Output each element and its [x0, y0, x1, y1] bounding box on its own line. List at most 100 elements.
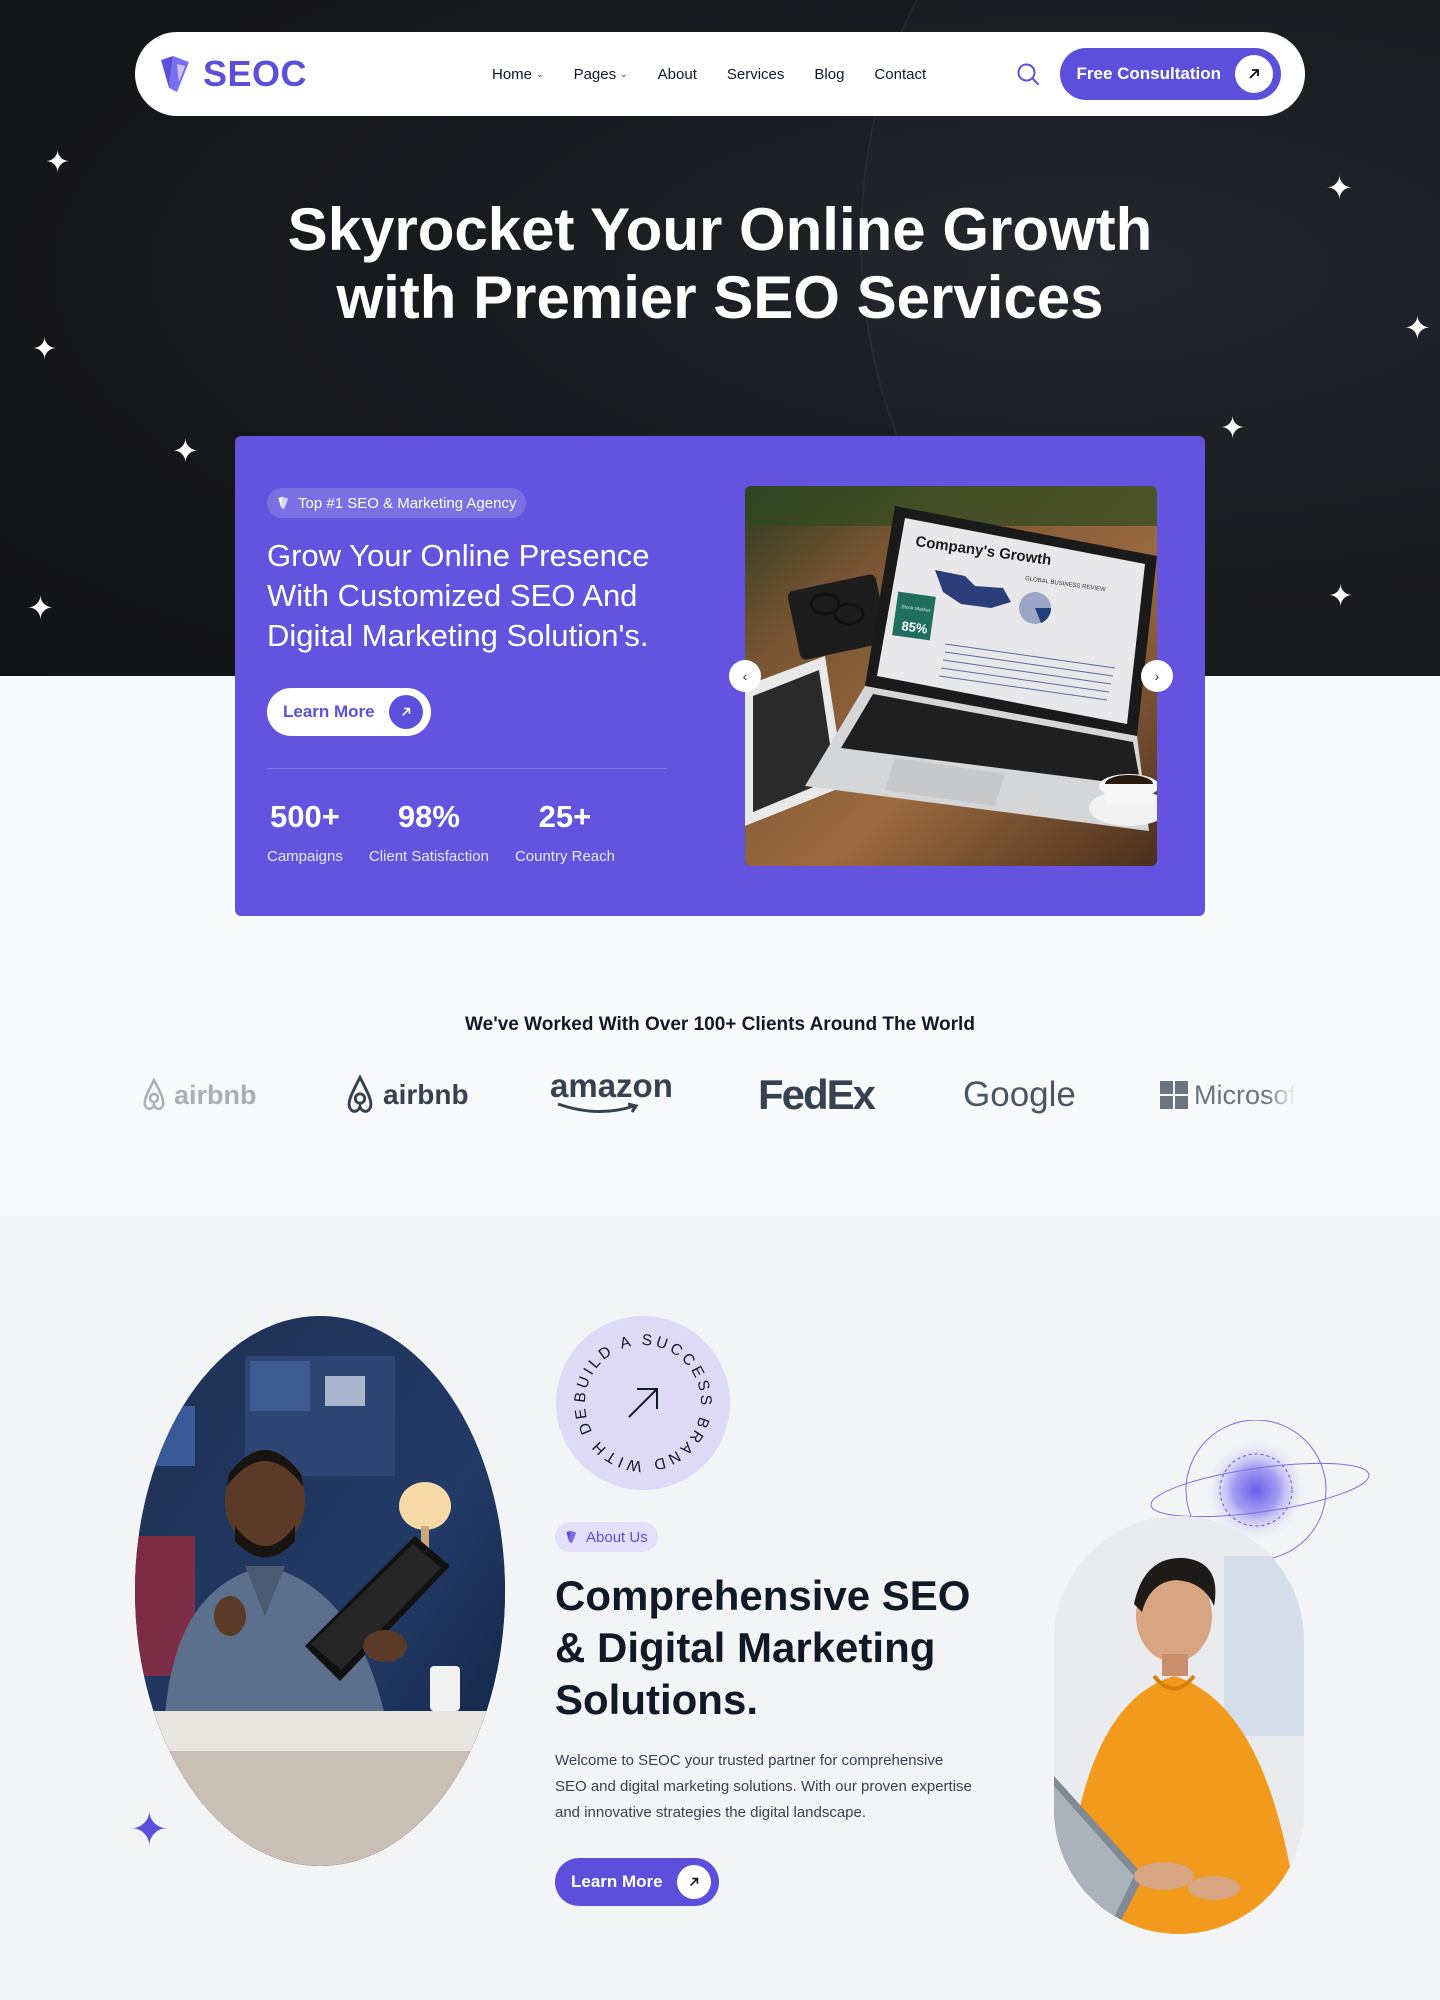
about-learn-more-button[interactable]: Learn More — [555, 1858, 719, 1906]
about-heading-line: & Digital Marketing — [555, 1624, 936, 1671]
microsoft-icon — [1160, 1081, 1188, 1109]
nav-item-label: Pages — [573, 65, 617, 83]
main-nav: Home ⌄ Pages ⌄ About Services Blog Conta… — [477, 66, 941, 83]
nav-item-home[interactable]: Home ⌄ — [477, 66, 559, 83]
free-consultation-button[interactable]: Free Consultation — [1060, 48, 1281, 100]
promo-heading-line: Grow Your Online Presence — [267, 538, 650, 573]
about-description: Welcome to SEOC your trusted partner for… — [555, 1748, 1015, 1826]
airbnb-icon — [347, 1075, 373, 1113]
man-with-laptop-photo — [1054, 1516, 1304, 1934]
client-logo-text: amazon — [550, 1067, 673, 1104]
about-heading-line: Solutions. — [555, 1676, 758, 1723]
button-label: Learn More — [571, 1872, 663, 1891]
about-image-left — [135, 1316, 505, 1866]
rotating-circle-badge[interactable]: BUILD A SUCCESS BRAND WITH DEMOUI — [548, 1303, 730, 1490]
laptop-photo: Company's Growth GLOBAL BUSINESS REVIEW … — [745, 486, 1157, 866]
about-heading-line: Comprehensive SEO — [555, 1572, 971, 1619]
arrow-up-right-icon — [676, 1865, 711, 1899]
search-icon — [1017, 63, 1040, 85]
client-logo-google[interactable]: Google — [963, 1070, 1076, 1120]
button-label: Learn More — [283, 702, 375, 721]
slider-next-button[interactable]: › — [1141, 660, 1173, 692]
nav-item-pages[interactable]: Pages ⌄ — [559, 66, 643, 83]
logo-icon — [161, 56, 189, 92]
nav-item-label: Services — [726, 65, 785, 83]
about-text-line: and innovative strategies the digital la… — [555, 1804, 867, 1821]
logo-icon — [566, 1530, 577, 1544]
client-logo-text: airbnb — [174, 1079, 257, 1110]
client-logo-airbnb-faded[interactable]: airbnb — [140, 1070, 257, 1120]
promo-heading-line: Digital Marketing Solution's. — [267, 618, 649, 653]
sparkle-icon: ✦ — [1328, 579, 1354, 614]
client-logo-text: airbnb — [383, 1079, 469, 1110]
stat-value: 25+ — [538, 799, 592, 834]
promo-learn-more-button[interactable]: Learn More — [267, 688, 431, 736]
promo-heading: Grow Your Online Presence With Customize… — [267, 536, 707, 656]
client-logo-airbnb[interactable]: airbnb — [343, 1070, 469, 1120]
client-logos: airbnb airbnb amazon FedEx Google Micros… — [140, 1067, 1300, 1120]
logo-text: SEOC — [203, 53, 308, 94]
svg-text:BUILD A SUCCESS BRAND WITH DEM: BUILD A SUCCESS BRAND WITH DEMOUI — [556, 1316, 714, 1475]
about-text-line: Welcome to SEOC your trusted partner for… — [555, 1752, 944, 1769]
nav-actions: Free Consultation — [1014, 48, 1281, 100]
sparkle-icon: ✦ — [1220, 411, 1246, 446]
sparkle-icon: ✦ — [32, 332, 58, 367]
promo-stats: 500+ Campaigns 98% Client Satisfaction 2… — [267, 798, 615, 865]
sparkle-icon: ✦ — [27, 589, 54, 627]
search-button[interactable] — [1014, 60, 1042, 88]
about-badge-text: About Us — [586, 1528, 648, 1546]
arrow-up-right-icon — [388, 695, 423, 729]
clients-title: We've Worked With Over 100+ Clients Arou… — [465, 1014, 975, 1035]
stat-campaigns: 500+ Campaigns — [267, 798, 343, 865]
hero-title: Skyrocket Your Online Growth with Premie… — [0, 196, 1440, 332]
stat-value: 98% — [397, 799, 460, 834]
stat-label: Campaigns — [267, 848, 343, 865]
chevron-down-icon: ⌄ — [536, 68, 544, 79]
promo-image: Company's Growth GLOBAL BUSINESS REVIEW … — [745, 486, 1157, 866]
stat-value: 500+ — [270, 799, 340, 834]
chevron-left-icon: ‹ — [742, 668, 748, 684]
promo-heading-line: With Customized SEO And — [267, 578, 638, 613]
client-logo-amazon[interactable]: amazon — [550, 1067, 673, 1120]
client-logo-fedex[interactable]: FedEx — [758, 1070, 876, 1120]
airbnb-icon — [143, 1078, 165, 1111]
stat-label: Client Satisfaction — [368, 848, 489, 865]
nav-item-services[interactable]: Services — [712, 66, 800, 83]
hero-title-line: Skyrocket Your Online Growth — [287, 196, 1153, 263]
nav-item-label: Home — [492, 65, 533, 83]
client-logo-text: FedEx — [758, 1071, 876, 1118]
sparkle-icon: ✦ — [130, 1802, 169, 1856]
about-image-right — [1054, 1516, 1304, 1934]
navbar: SEOC Home ⌄ Pages ⌄ About Services Blog … — [135, 32, 1305, 116]
chevron-right-icon: › — [1154, 668, 1160, 684]
arrow-up-right-icon — [1235, 55, 1273, 93]
stat-client-satisfaction: 98% Client Satisfaction — [369, 798, 489, 865]
nav-item-label: About — [657, 65, 697, 83]
sparkle-icon: ✦ — [172, 432, 199, 470]
promo-card: Top #1 SEO & Marketing Agency Grow Your … — [235, 436, 1205, 916]
amazon-smile-icon — [557, 1102, 639, 1114]
nav-item-label: Contact — [874, 65, 927, 83]
nav-item-blog[interactable]: Blog — [799, 66, 859, 83]
slider-prev-button[interactable]: ‹ — [729, 660, 761, 692]
stat-country-reach: 25+ Country Reach — [515, 798, 615, 865]
nav-item-label: Blog — [814, 65, 845, 83]
circle-badge-graphic: BUILD A SUCCESS BRAND WITH DEMOUI — [548, 1303, 714, 1475]
nav-item-about[interactable]: About — [643, 66, 712, 83]
sparkle-icon: ✦ — [45, 145, 71, 180]
site-logo[interactable]: SEOC — [159, 53, 439, 95]
hero-title-line: with Premier SEO Services — [336, 264, 1104, 331]
promo-badge: Top #1 SEO & Marketing Agency — [267, 488, 527, 518]
about-heading: Comprehensive SEO & Digital Marketing So… — [555, 1570, 975, 1726]
about-us-badge: About Us — [555, 1522, 658, 1552]
logo-icon — [278, 496, 289, 510]
client-logo-microsoft[interactable]: Microsof — [1160, 1070, 1300, 1120]
nav-item-contact[interactable]: Contact — [859, 66, 941, 83]
arrow-up-right-icon — [628, 1388, 658, 1418]
promo-divider — [267, 768, 667, 769]
circle-badge-text: BUILD A SUCCESS BRAND WITH DEMOUI — [548, 1303, 711, 1475]
about-text-line: SEO and digital marketing solutions. Wit… — [555, 1778, 972, 1795]
cta-label: Free Consultation — [1076, 64, 1221, 83]
man-with-tablet-photo — [135, 1316, 505, 1866]
promo-badge-text: Top #1 SEO & Marketing Agency — [298, 494, 517, 512]
